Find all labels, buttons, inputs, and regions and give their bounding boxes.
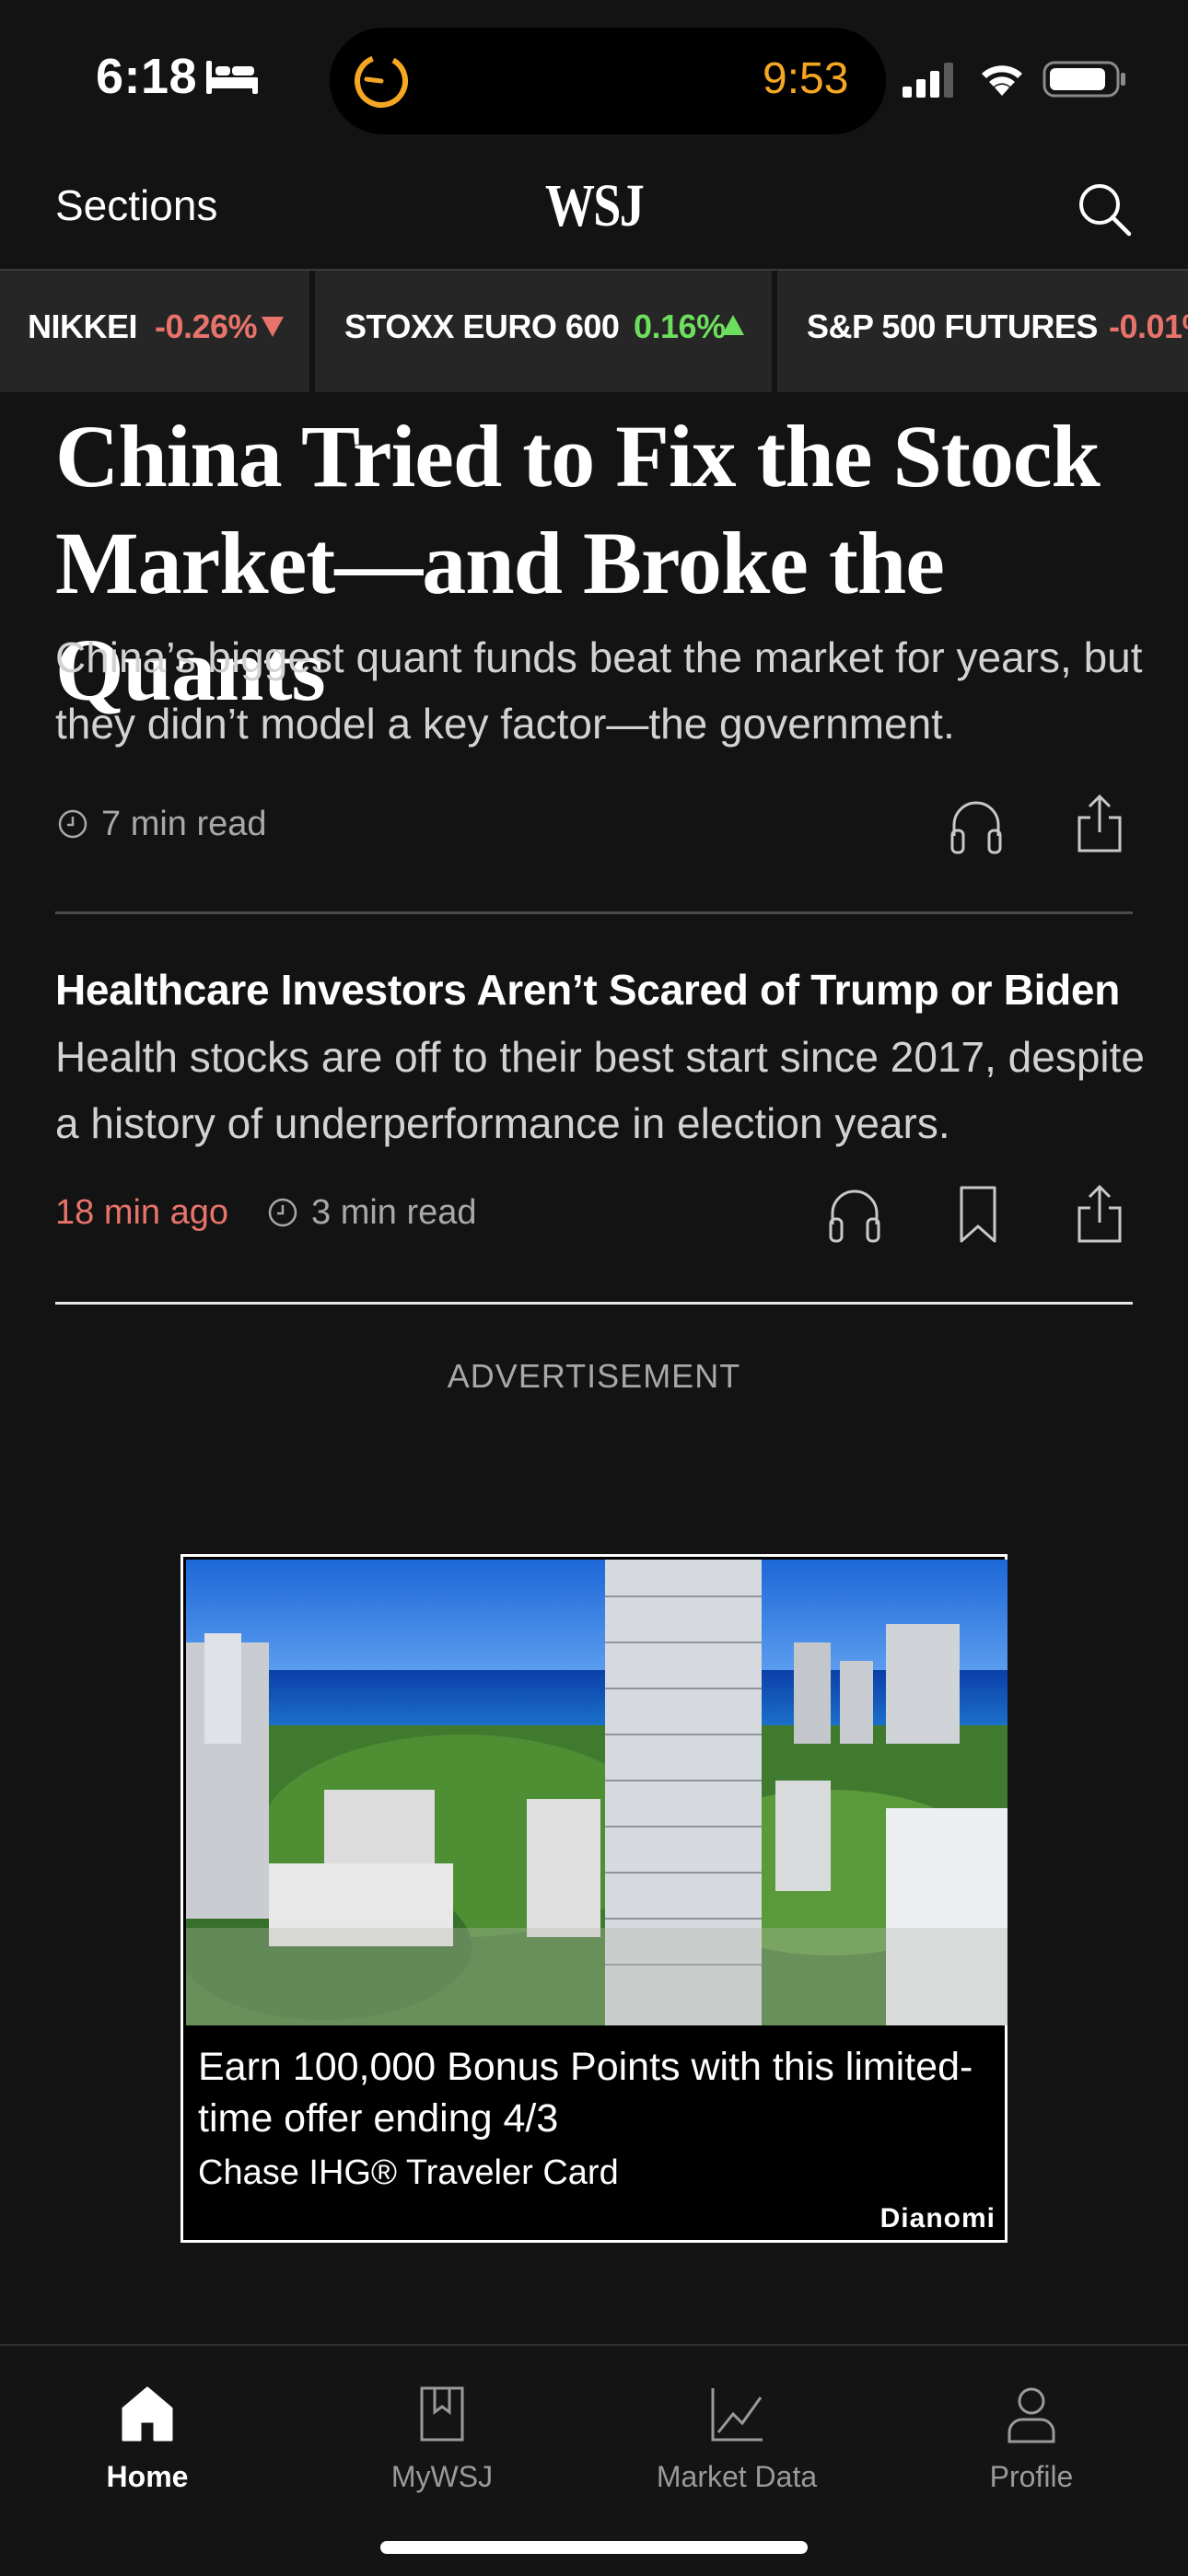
advertisement-label: ADVERTISEMENT [447, 1357, 741, 1395]
article-summary[interactable]: Health stocks are off to their best star… [55, 1024, 1151, 1156]
market-ticker[interactable]: NIKKEI -0.26% STOXX EURO 600 0.16% S&P 5… [0, 269, 1188, 392]
cellular-signal-icon [903, 63, 953, 98]
live-activity-time: 9:53 [763, 54, 849, 103]
tab-mywsj[interactable]: MyWSJ [295, 2364, 589, 2502]
ticker-value: -0.01% [1109, 307, 1188, 345]
article-summary[interactable]: China’s biggest quant funds beat the mar… [55, 624, 1151, 757]
ticker-item-sp500-futures[interactable]: S&P 500 FUTURES -0.01% [777, 271, 1188, 392]
ad-title[interactable]: Earn 100,000 Bonus Points with this limi… [198, 2041, 990, 2144]
ticker-value: 0.16% [634, 307, 726, 345]
read-time: 7 min read [101, 805, 267, 843]
clock-icon [268, 1198, 297, 1227]
ticker-item-stoxx[interactable]: STOXX EURO 600 0.16% [315, 271, 772, 392]
tab-label: Profile [989, 2460, 1074, 2493]
share-icon[interactable] [1072, 1184, 1127, 1245]
bed-icon [206, 61, 258, 94]
tab-label: MyWSJ [390, 2460, 494, 2493]
ad-sponsor[interactable]: Chase IHG® Traveler Card [198, 2153, 619, 2193]
bookmark-icon[interactable] [950, 1184, 1006, 1245]
headphones-icon[interactable] [949, 795, 1004, 856]
timer-icon [355, 54, 408, 108]
share-icon[interactable] [1072, 794, 1127, 854]
wifi-icon [982, 65, 1022, 96]
ticker-item-nikkei[interactable]: NIKKEI -0.26% [0, 271, 309, 392]
tab-profile[interactable]: Profile [884, 2364, 1179, 2502]
tab-market-data[interactable]: Market Data [589, 2364, 884, 2502]
ticker-name: NIKKEI [28, 307, 138, 345]
ticker-name: STOXX EURO 600 [344, 307, 620, 345]
chart-icon [711, 2388, 763, 2442]
battery-icon [1042, 61, 1125, 98]
timestamp: 18 min ago [55, 1193, 229, 1232]
person-icon [1007, 2387, 1055, 2443]
tab-label: Market Data [656, 2460, 818, 2493]
ad-card[interactable]: Earn 100,000 Bonus Points with this limi… [181, 1554, 1007, 2243]
home-icon [122, 2386, 173, 2442]
wsj-logo[interactable]: WSJ [530, 171, 658, 241]
ticker-name: S&P 500 FUTURES [807, 307, 1098, 345]
status-time: 6:18 [96, 49, 198, 104]
tab-label: Home [106, 2460, 189, 2493]
ad-image[interactable] [186, 1560, 1007, 2025]
down-arrow-icon [262, 317, 284, 337]
tab-home[interactable]: Home [0, 2364, 295, 2502]
section-divider [55, 1302, 1133, 1305]
ticker-value: -0.26% [155, 307, 258, 345]
headphones-icon[interactable] [827, 1184, 882, 1245]
article-headline[interactable]: Healthcare Investors Aren’t Scared of Tr… [55, 965, 1151, 1015]
up-arrow-icon [722, 315, 744, 335]
read-time: 3 min read [311, 1193, 477, 1232]
home-indicator[interactable] [380, 2541, 808, 2554]
sections-button[interactable]: Sections [55, 180, 217, 230]
article-divider [55, 911, 1133, 914]
search-icon[interactable] [1076, 180, 1133, 238]
clock-icon [58, 809, 87, 839]
bookmark-icon [420, 2386, 464, 2442]
ad-brand-logo[interactable]: Dianomi [880, 2203, 996, 2234]
